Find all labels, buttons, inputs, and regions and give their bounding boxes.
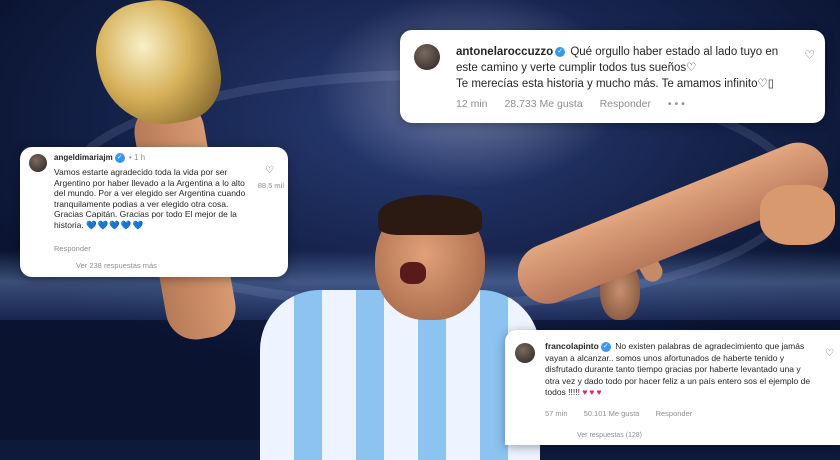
avatar[interactable] — [29, 154, 47, 172]
reply-link[interactable]: Responder — [656, 409, 693, 418]
comment-card-antonela: antonelaroccuzzo ✓ Qué orgullo haber esta… — [400, 30, 825, 123]
comment-time: 12 min — [456, 98, 488, 110]
more-options-icon[interactable]: • • • — [668, 98, 685, 110]
view-replies-link[interactable]: Ver 238 respuestas más — [76, 261, 157, 270]
comment-body: Vamos estarte agradecido toda la vida po… — [54, 167, 246, 230]
comment-meta: 57 min 50.101 Me gusta Responder — [545, 409, 706, 418]
comment-likes[interactable]: 50.101 Me gusta — [584, 409, 640, 418]
verified-badge-icon: ✓ — [114, 153, 125, 163]
player-mouth — [400, 262, 426, 284]
reply-link[interactable]: Responder — [54, 244, 91, 253]
like-heart-icon[interactable]: ♡ — [265, 165, 274, 176]
comment-likes[interactable]: 28.733 Me gusta — [504, 98, 582, 110]
reply-link[interactable]: Responder — [600, 98, 651, 110]
verified-badge-icon: ✓ — [555, 46, 566, 57]
like-heart-icon[interactable]: ♡ — [825, 348, 834, 359]
open-hand — [760, 185, 835, 245]
comment-header: angeldimariajm ✓ • 1 h — [54, 153, 145, 163]
world-cup-trophy — [88, 0, 228, 135]
comment-card-angel: angeldimariajm ✓ • 1 h Vamos estarte agra… — [20, 147, 288, 277]
avatar[interactable] — [515, 343, 535, 363]
red-hearts-emoji: ♥♥♥ — [582, 387, 604, 397]
comment-username[interactable]: angeldimariajm — [54, 153, 113, 162]
argentina-jersey — [260, 290, 540, 460]
comment-text: Vamos estarte agradecido toda la vida po… — [54, 167, 250, 231]
like-heart-icon[interactable]: ♡ — [804, 48, 815, 62]
comment-card-franco: francolapinto ✓ No existen palabras de ag… — [505, 330, 840, 445]
blue-hearts-emoji: 💙💙💙💙💙 — [86, 219, 145, 230]
verified-badge-icon: ✓ — [600, 341, 611, 352]
player-hair — [378, 195, 482, 235]
comment-username[interactable]: antonelaroccuzzo — [456, 46, 553, 58]
comment-time: • 1 h — [128, 153, 146, 163]
comment-body-line2: Te merecías esta historia y mucho más. T… — [456, 78, 775, 90]
comment-likes: 88,5 mil — [257, 181, 284, 190]
view-replies-link[interactable]: Ver respuestas (128) — [577, 432, 642, 439]
comment-meta: 12 min 28.733 Me gusta Responder • • • — [456, 98, 699, 110]
comment-text: francolapinto ✓ No existen palabras de ag… — [545, 341, 815, 399]
comment-username[interactable]: francolapinto — [545, 341, 599, 351]
comment-text: antonelaroccuzzo ✓ Qué orgullo haber esta… — [456, 44, 801, 92]
avatar[interactable] — [414, 44, 440, 70]
comment-time: 57 min — [545, 409, 568, 418]
